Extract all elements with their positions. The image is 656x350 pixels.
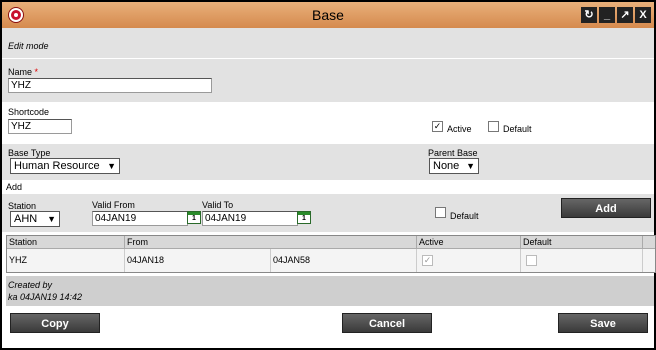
- valid-to-field[interactable]: 04JAN19: [202, 211, 298, 226]
- name-row: Name * YHZ: [2, 58, 654, 147]
- column-header-from[interactable]: From: [125, 236, 417, 249]
- window-title: Base: [312, 7, 344, 23]
- chevron-down-icon: ▼: [466, 161, 475, 171]
- add-heading: Add: [6, 182, 23, 192]
- mode-bar: Edit mode: [2, 28, 654, 58]
- minimize-icon[interactable]: _: [599, 7, 615, 23]
- station-label: Station: [8, 201, 37, 211]
- column-header-default[interactable]: Default: [521, 236, 643, 249]
- valid-from-field[interactable]: 04JAN19: [92, 211, 188, 226]
- column-header-active[interactable]: Active: [417, 236, 521, 249]
- copy-button[interactable]: Copy: [10, 313, 100, 333]
- column-header-station[interactable]: Station: [7, 236, 125, 249]
- parent-base-label: Parent Base: [428, 148, 478, 158]
- base-type-select[interactable]: Human Resource ▼: [10, 158, 120, 174]
- cell-to[interactable]: 04JAN58: [271, 249, 417, 272]
- default-label: Default: [503, 124, 532, 134]
- calendar-icon[interactable]: 1: [187, 211, 201, 224]
- active-checkbox[interactable]: ✓: [432, 121, 443, 132]
- save-button[interactable]: Save: [558, 313, 648, 333]
- add-default-checkbox[interactable]: [435, 207, 446, 218]
- cell-station[interactable]: YHZ: [7, 249, 125, 272]
- created-label: Created by: [8, 280, 53, 290]
- name-field[interactable]: YHZ: [8, 78, 212, 93]
- created-value: ka 04JAN19 14:42: [8, 292, 83, 302]
- cell-default: [521, 249, 643, 272]
- active-label: Active: [447, 124, 472, 134]
- name-label: Name *: [8, 67, 39, 77]
- base-dialog: Base ↻ _ ↗ X Edit mode Name * YHZ Shortc…: [0, 0, 656, 350]
- created-info: Created by ka 04JAN19 14:42: [6, 276, 654, 306]
- row-default-checkbox: [526, 255, 537, 266]
- restore-icon[interactable]: ↻: [581, 7, 597, 23]
- cell-from[interactable]: 04JAN18: [125, 249, 271, 272]
- add-button[interactable]: Add: [561, 198, 651, 218]
- add-heading-row: Add: [2, 180, 654, 194]
- mode-label: Edit mode: [8, 41, 49, 51]
- add-default-label: Default: [450, 211, 479, 221]
- title-bar[interactable]: Base ↻ _ ↗ X: [2, 2, 654, 28]
- stations-grid: Station From Active Default YHZ 04JAN18 …: [6, 235, 656, 273]
- shortcode-field[interactable]: YHZ: [8, 119, 72, 134]
- maximize-icon[interactable]: ↗: [617, 7, 633, 23]
- calendar-icon[interactable]: 1: [297, 211, 311, 224]
- valid-to-label: Valid To: [202, 200, 234, 210]
- shortcode-row: Shortcode YHZ ✓ Active Default: [2, 102, 654, 144]
- close-icon[interactable]: X: [635, 7, 651, 23]
- base-type-label: Base Type: [8, 148, 51, 158]
- valid-from-label: Valid From: [92, 200, 135, 210]
- default-checkbox[interactable]: [488, 121, 499, 132]
- chevron-down-icon: ▼: [47, 214, 56, 224]
- cancel-button[interactable]: Cancel: [342, 313, 432, 333]
- base-type-row: Base Type Human Resource ▼ Parent Base No…: [2, 144, 654, 180]
- row-active-checkbox: ✓: [422, 255, 433, 266]
- chevron-down-icon: ▼: [107, 161, 116, 171]
- parent-base-select[interactable]: None ▼: [429, 158, 479, 174]
- column-header-spacer: [643, 236, 655, 249]
- add-row: Station AHN ▼ Valid From 04JAN19 1 Valid …: [2, 194, 654, 232]
- station-select[interactable]: AHN ▼: [10, 211, 60, 227]
- cell-active: ✓: [417, 249, 521, 272]
- shortcode-label: Shortcode: [8, 107, 50, 117]
